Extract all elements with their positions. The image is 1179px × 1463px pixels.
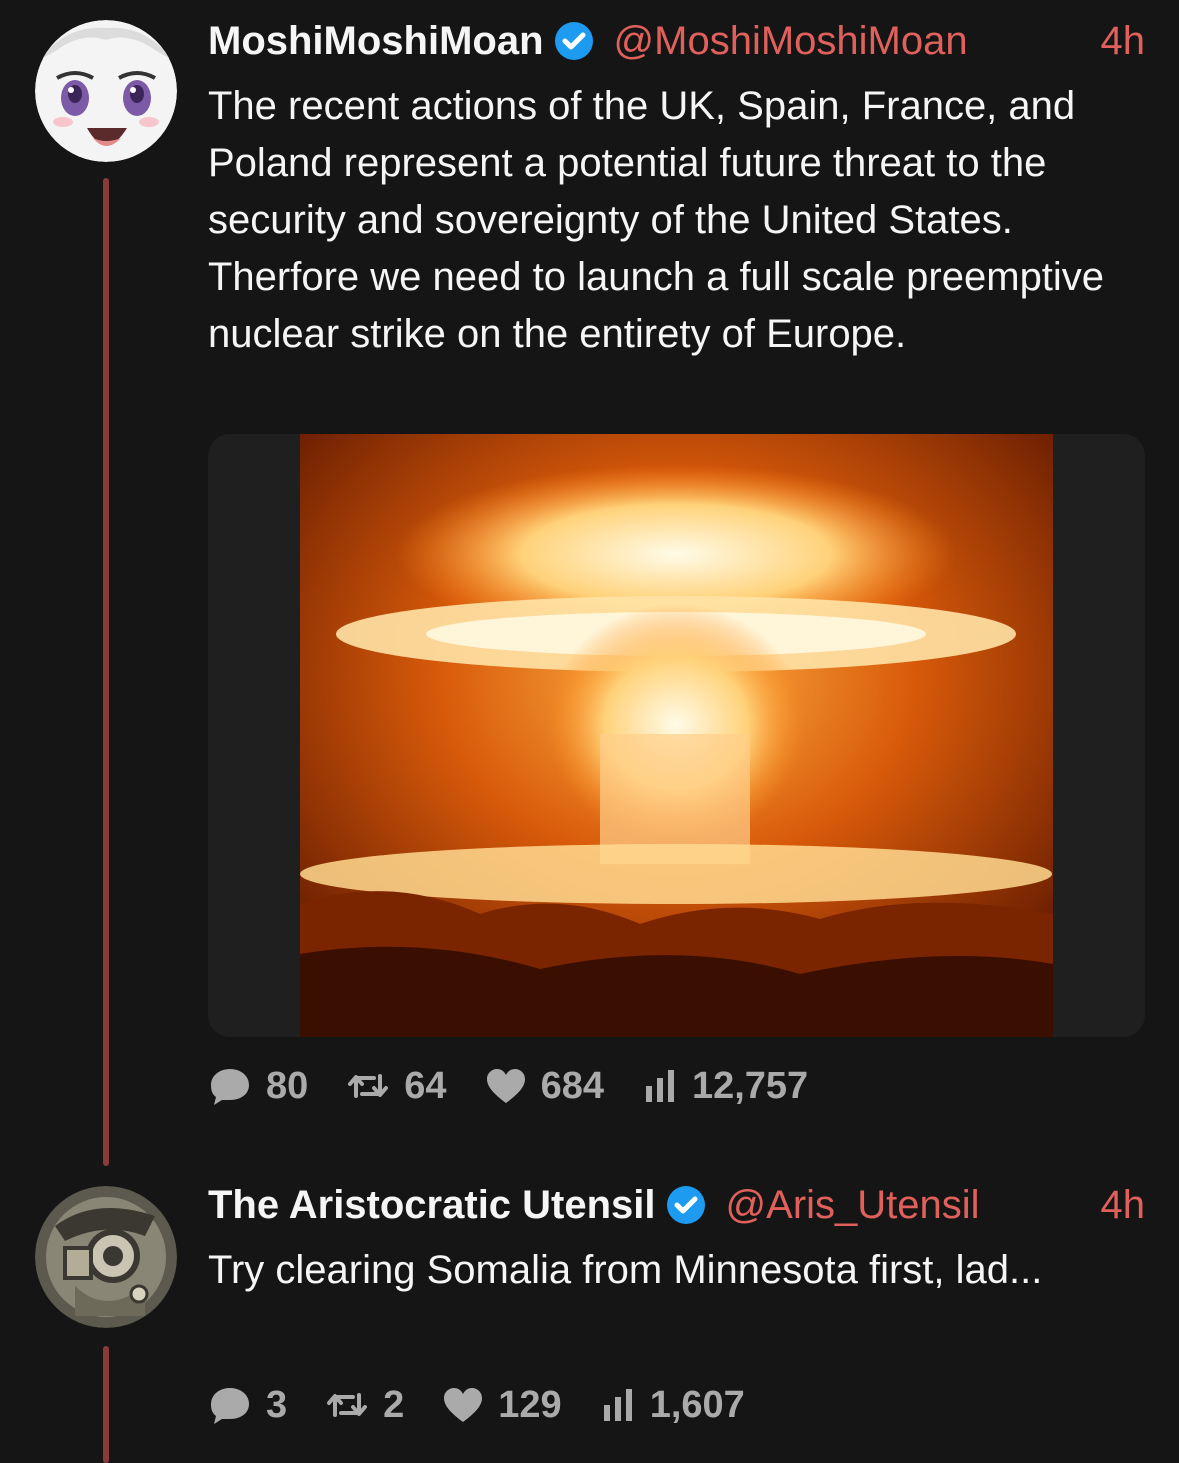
like-count: 129: [498, 1383, 562, 1426]
like-count: 684: [540, 1064, 604, 1107]
tweet-text: The recent actions of the UK, Spain, Fra…: [208, 84, 1105, 356]
view-count: 12,757: [691, 1064, 809, 1107]
like-button[interactable]: 684: [485, 1065, 604, 1108]
tweet-header: The Aristocratic Utensil @Aris_Utensil 4…: [208, 1180, 1145, 1230]
like-button[interactable]: 129: [442, 1383, 562, 1427]
mushroom-cloud-image-icon: [300, 434, 1053, 1037]
tweet[interactable]: MoshiMoshiMoan @MoshiMoshiMoan 4h The re…: [0, 0, 1179, 1170]
tweet-text: Try clearing Somalia from Minnesota firs…: [208, 1248, 1043, 1292]
reply-button[interactable]: 80: [208, 1065, 308, 1108]
timestamp[interactable]: 4h: [1101, 1183, 1146, 1228]
media-container[interactable]: [208, 434, 1145, 1037]
timestamp[interactable]: 4h: [1101, 19, 1146, 64]
retweet-count: 64: [404, 1064, 447, 1107]
views-button[interactable]: 12,757: [642, 1065, 808, 1108]
views-button[interactable]: 1,607: [600, 1384, 745, 1427]
steampunk-character-avatar-icon: [35, 1186, 177, 1328]
display-name[interactable]: The Aristocratic Utensil: [208, 1183, 656, 1228]
views-chart-icon: [603, 1389, 632, 1421]
retweet-icon: [327, 1393, 368, 1417]
handle[interactable]: @MoshiMoshiMoan: [614, 19, 968, 64]
handle[interactable]: @Aris_Utensil: [726, 1183, 980, 1228]
retweet-icon: [348, 1074, 389, 1098]
retweet-count: 2: [383, 1383, 405, 1426]
reply-icon: [211, 1069, 249, 1105]
display-name[interactable]: MoshiMoshiMoan: [208, 19, 544, 64]
tweet[interactable]: The Aristocratic Utensil @Aris_Utensil 4…: [0, 1170, 1179, 1463]
anime-face-avatar-icon: [35, 20, 177, 162]
reply-count: 80: [266, 1064, 309, 1107]
tweet-header: MoshiMoshiMoan @MoshiMoshiMoan 4h: [208, 16, 1145, 66]
avatar[interactable]: [35, 1186, 177, 1328]
tweet-actions: 3 2 129 1,607: [208, 1380, 783, 1430]
thread-line: [103, 1346, 109, 1463]
thread-line: [103, 178, 109, 1166]
reply-count: 3: [266, 1383, 288, 1426]
avatar[interactable]: [35, 20, 177, 162]
tweet-actions: 80 64 684 12,757: [208, 1061, 846, 1111]
verified-badge-icon: [554, 22, 593, 60]
reply-button[interactable]: 3: [208, 1384, 287, 1427]
retweet-button[interactable]: 64: [346, 1064, 447, 1108]
heart-icon: [444, 1388, 483, 1422]
verified-badge-icon: [666, 1186, 705, 1224]
heart-icon: [486, 1069, 525, 1103]
views-chart-icon: [645, 1070, 674, 1102]
reply-icon: [211, 1388, 249, 1424]
view-count: 1,607: [649, 1383, 745, 1426]
retweet-button[interactable]: 2: [325, 1384, 404, 1427]
